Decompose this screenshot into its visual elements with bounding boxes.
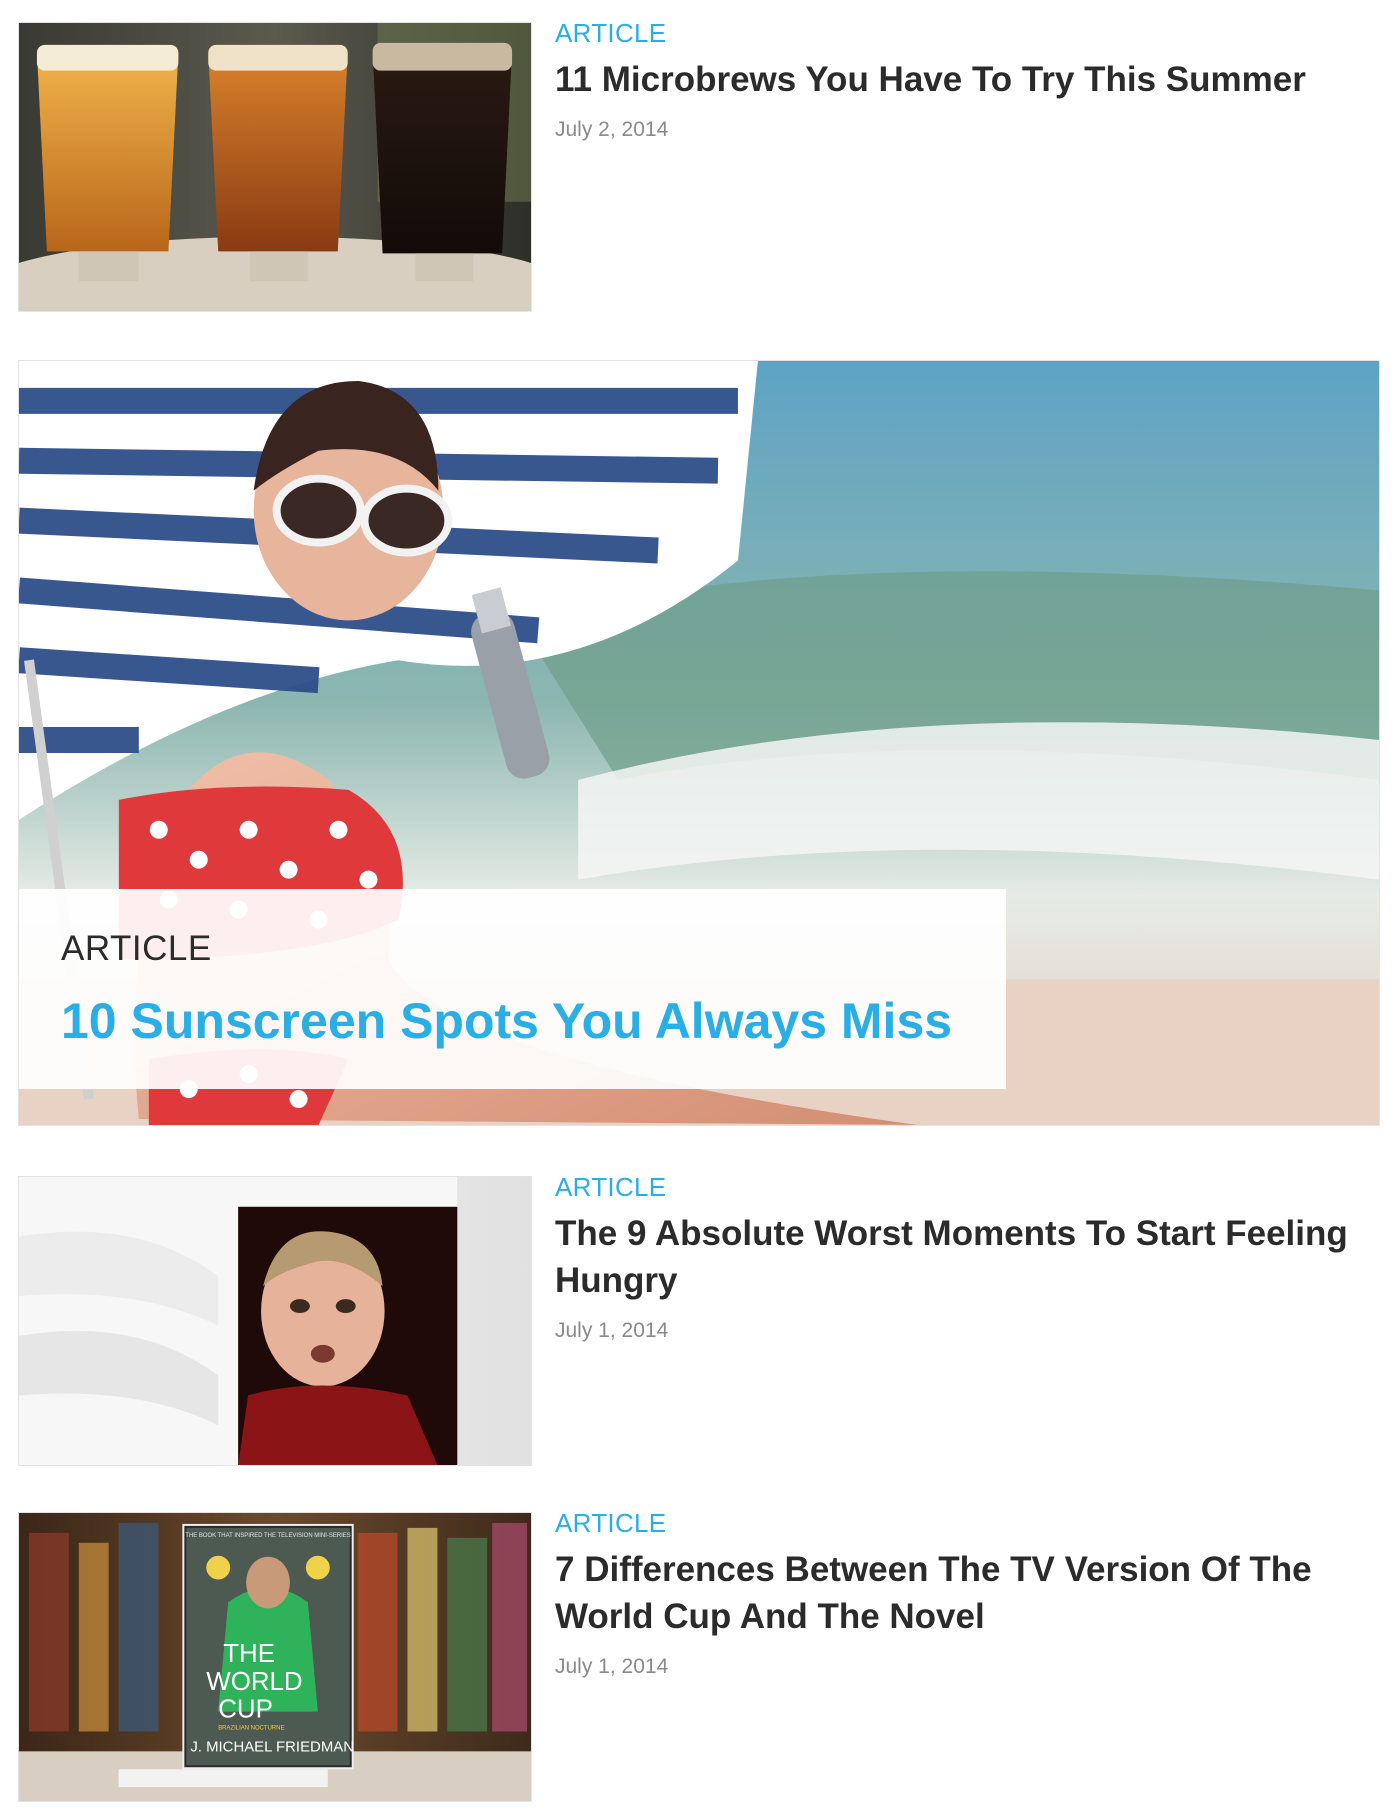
article-title[interactable]: The 9 Absolute Worst Moments To Start Fe…	[555, 1210, 1378, 1304]
article-meta: ARTICLE The 9 Absolute Worst Moments To …	[555, 1172, 1378, 1344]
featured-title[interactable]: 10 Sunscreen Spots You Always Miss	[61, 991, 964, 1051]
article-category[interactable]: ARTICLE	[555, 18, 1378, 48]
article-thumbnail-microbrews[interactable]	[18, 22, 532, 312]
book-title-line3: CUP	[218, 1696, 273, 1724]
article-thumbnail-world-cup[interactable]: THE BOOK THAT INSPIRED THE TELEVISION MI…	[18, 1512, 532, 1802]
article-date: July 2, 2014	[555, 118, 669, 141]
microbrews-image	[19, 23, 531, 311]
article-title[interactable]: 11 Microbrews You Have To Try This Summe…	[555, 56, 1378, 103]
book-title-line2: WORLD	[206, 1668, 302, 1696]
article-category[interactable]: ARTICLE	[555, 1508, 1378, 1538]
book-subtitle: BRAZILIAN NOCTURNE	[218, 1726, 284, 1732]
article-item: THE BOOK THAT INSPIRED THE TELEVISION MI…	[18, 1508, 1378, 1802]
article-thumbnail-hungry[interactable]	[18, 1176, 532, 1466]
book-author: J. MICHAEL FRIEDMAN	[190, 1739, 354, 1755]
article-item: ARTICLE The 9 Absolute Worst Moments To …	[18, 1172, 1378, 1466]
article-date: July 1, 2014	[555, 1655, 669, 1678]
article-date: July 1, 2014	[555, 1319, 669, 1342]
article-category[interactable]: ARTICLE	[555, 1172, 1378, 1202]
featured-caption: ARTICLE 10 Sunscreen Spots You Always Mi…	[19, 889, 1006, 1089]
book-title-line1: THE	[223, 1640, 275, 1668]
article-meta: ARTICLE 7 Differences Between The TV Ver…	[555, 1508, 1378, 1680]
featured-category[interactable]: ARTICLE	[61, 929, 964, 969]
article-item: ARTICLE 11 Microbrews You Have To Try Th…	[18, 18, 1378, 312]
book-tagline: THE BOOK THAT INSPIRED THE TELEVISION MI…	[185, 1533, 350, 1539]
article-feed: ARTICLE 11 Microbrews You Have To Try Th…	[0, 0, 1400, 1820]
article-title[interactable]: 7 Differences Between The TV Version Of …	[555, 1546, 1378, 1640]
featured-article[interactable]: ARTICLE 10 Sunscreen Spots You Always Mi…	[18, 360, 1380, 1126]
fridge-image	[19, 1177, 531, 1465]
article-meta: ARTICLE 11 Microbrews You Have To Try Th…	[555, 18, 1378, 143]
book-image: THE BOOK THAT INSPIRED THE TELEVISION MI…	[19, 1513, 531, 1801]
